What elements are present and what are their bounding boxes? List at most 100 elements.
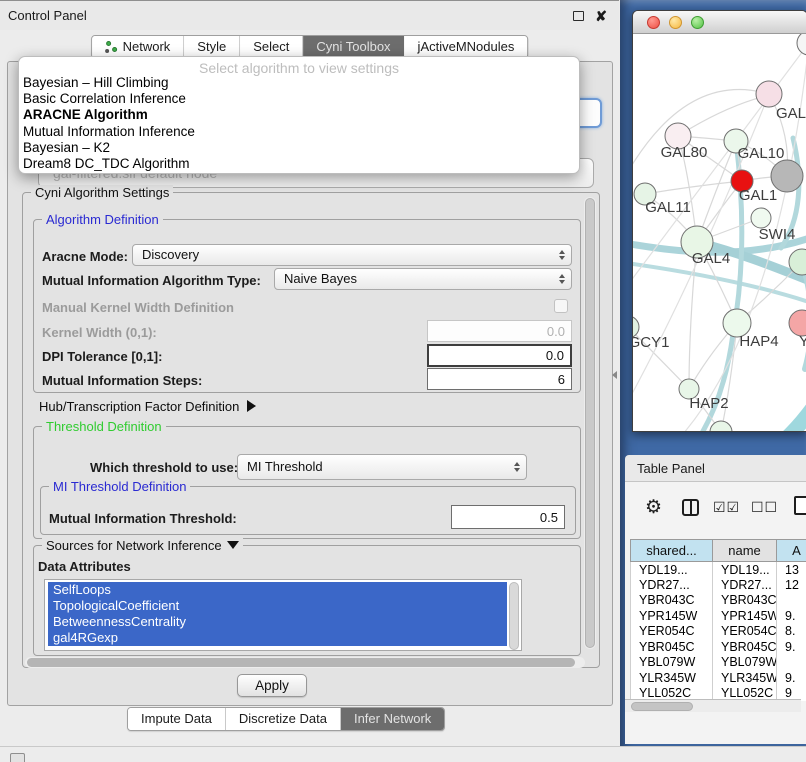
table-cell: YDR27... [713, 577, 777, 593]
algorithm-dropdown-list: Bayesian – Hill ClimbingBasic Correlatio… [19, 75, 579, 172]
algorithm-option[interactable]: Mutual Information Inference [19, 124, 579, 140]
attribute-item[interactable]: BetweennessCentrality [48, 614, 507, 630]
control-panel-titlebar: Control Panel ✘ [0, 0, 619, 30]
table-row[interactable]: YER054CYER054C8. [631, 624, 806, 640]
settings-vertical-scrollbar[interactable] [584, 197, 596, 649]
network-window-titlebar[interactable] [633, 11, 806, 34]
dpi-tolerance-field[interactable] [427, 344, 572, 367]
column-header[interactable]: A [777, 540, 806, 562]
node-label: GAL1 [739, 187, 777, 204]
dpi-tolerance-label: DPI Tolerance [0,1]: [42, 349, 162, 364]
table-row[interactable]: YDR27...YDR27...12 [631, 577, 806, 593]
restore-panel-icon[interactable] [10, 753, 25, 762]
tab-network[interactable]: Network [92, 36, 185, 58]
network-node[interactable] [771, 160, 803, 192]
algorithm-option[interactable]: Bayesian – K2 [19, 140, 579, 156]
tab-discretize-data[interactable]: Discretize Data [226, 708, 341, 730]
tab-select[interactable]: Select [240, 36, 303, 58]
tab-jactivemnodules[interactable]: jActiveMNodules [405, 36, 528, 58]
table-cell: YDL19... [631, 562, 713, 578]
close-panel-icon[interactable]: ✘ [595, 7, 607, 25]
tab-impute-data[interactable]: Impute Data [128, 708, 226, 730]
algorithm-option[interactable]: Basic Correlation Inference [19, 91, 579, 107]
tab-infer-network[interactable]: Infer Network [341, 708, 444, 730]
aracne-mode-combobox[interactable]: Discovery [132, 244, 572, 266]
new-table-icon[interactable] [794, 496, 806, 515]
network-view-window[interactable]: GALGAL80GAL10GAL1GAL11SWI4GAL4GCY1HAP4YH… [632, 10, 806, 432]
network-tab-icon [105, 41, 118, 54]
tab-label: Infer Network [354, 708, 431, 730]
mi-algorithm-type-combobox[interactable]: Naive Bayes [274, 268, 572, 290]
node-label: GCY1 [633, 334, 669, 351]
attribute-item[interactable]: gal4RGexp [48, 630, 507, 646]
hub-definition-expander[interactable]: Hub/Transcription Factor Definition [39, 399, 256, 414]
table-row[interactable]: YBR045CYBR045C9. [631, 639, 806, 655]
stepper-icon [514, 462, 520, 472]
manual-kernel-checkbox[interactable] [554, 299, 568, 313]
tab-cyni-toolbox[interactable]: Cyni Toolbox [303, 36, 404, 58]
window-footer [0, 746, 806, 762]
mi-threshold-field[interactable] [451, 505, 565, 529]
apply-button[interactable]: Apply [237, 674, 307, 697]
table-row[interactable]: YDL19...YDL19...13 [631, 562, 806, 578]
table-cell: 9. [777, 639, 806, 655]
mi-steps-field[interactable] [427, 368, 572, 390]
tab-label: Select [253, 36, 289, 58]
zoom-window-icon[interactable] [691, 16, 704, 29]
node-label: HAP4 [739, 333, 778, 350]
show-columns-icon[interactable]: ☑☑ [713, 499, 740, 516]
which-threshold-label: Which threshold to use: [90, 460, 238, 475]
table-cell: YDL19... [713, 562, 777, 578]
which-threshold-combobox[interactable]: MI Threshold [237, 454, 527, 480]
gear-icon[interactable]: ⚙ [645, 498, 662, 518]
close-window-icon[interactable] [647, 16, 660, 29]
network-node[interactable] [710, 421, 732, 432]
attributes-list-scrollbar[interactable] [509, 582, 519, 650]
table-cell: YLR345W [631, 670, 713, 686]
data-attributes-list[interactable]: SelfLoopsTopologicalCoefficientBetweenne… [44, 579, 522, 651]
tab-style[interactable]: Style [184, 36, 240, 58]
node-table[interactable]: shared...nameA YDL19...YDL19...13YDR27..… [630, 539, 806, 701]
column-header[interactable]: shared... [631, 540, 713, 562]
columns-icon[interactable] [682, 499, 699, 516]
minimize-window-icon[interactable] [669, 16, 682, 29]
kernel-width-field[interactable] [427, 320, 572, 342]
tab-label: jActiveMNodules [418, 36, 515, 58]
network-node[interactable] [797, 34, 806, 55]
table-panel-body: ⚙ ☑☑ ☐☐ shared...nameA YDL19...YDL19...1… [625, 482, 806, 744]
node-label: GAL10 [738, 145, 785, 162]
settings-horizontal-scrollbar[interactable] [25, 657, 585, 668]
table-cell [777, 655, 806, 671]
expander-down-icon [227, 541, 239, 549]
network-canvas[interactable]: GALGAL80GAL10GAL1GAL11SWI4GAL4GCY1HAP4YH… [633, 34, 806, 432]
table-cell: YBR043C [713, 593, 777, 609]
tab-label: Cyni Toolbox [316, 36, 390, 58]
attribute-item[interactable]: SelfLoops [48, 582, 507, 598]
algorithm-option[interactable]: Dream8 DC_TDC Algorithm [19, 156, 579, 172]
sources-title-text: Sources for Network Inference [46, 538, 222, 553]
network-node-gal[interactable] [756, 81, 782, 107]
table-horizontal-scrollbar[interactable] [625, 699, 801, 712]
network-node-swi4[interactable] [751, 208, 771, 228]
attribute-item[interactable]: TopologicalCoefficient [48, 598, 507, 614]
column-header[interactable]: name [713, 540, 777, 562]
table-header-row[interactable]: shared...nameA [631, 540, 806, 562]
table-cell: YPR145W [713, 608, 777, 624]
control-panel: Control Panel ✘ NetworkStyle Select Cyni T… [0, 0, 619, 762]
table-cell: YBR043C [631, 593, 713, 609]
splitter-collapse-icon[interactable] [612, 371, 617, 379]
algorithm-option[interactable]: Bayesian – Hill Climbing [19, 75, 579, 91]
float-panel-icon[interactable] [573, 11, 584, 21]
table-row[interactable]: YBL079WYBL079W [631, 655, 806, 671]
mi-steps-label: Mutual Information Steps: [42, 373, 202, 388]
tab-label: Impute Data [141, 708, 212, 730]
algorithm-option[interactable]: ARACNE Algorithm [19, 107, 579, 123]
table-row[interactable]: YPR145WYPR145W9. [631, 608, 806, 624]
table-row[interactable]: YBR043CYBR043C [631, 593, 806, 609]
sources-group-title[interactable]: Sources for Network Inference [42, 538, 243, 553]
hide-columns-icon[interactable]: ☐☐ [751, 499, 778, 516]
mi-type-label: Mutual Information Algorithm Type: [42, 273, 261, 288]
table-panel-titlebar: Table Panel [625, 455, 806, 482]
table-row[interactable]: YLR345WYLR345W9. [631, 670, 806, 686]
mi-threshold-definition-group: MI Threshold Definition Mutual Informati… [40, 486, 576, 535]
